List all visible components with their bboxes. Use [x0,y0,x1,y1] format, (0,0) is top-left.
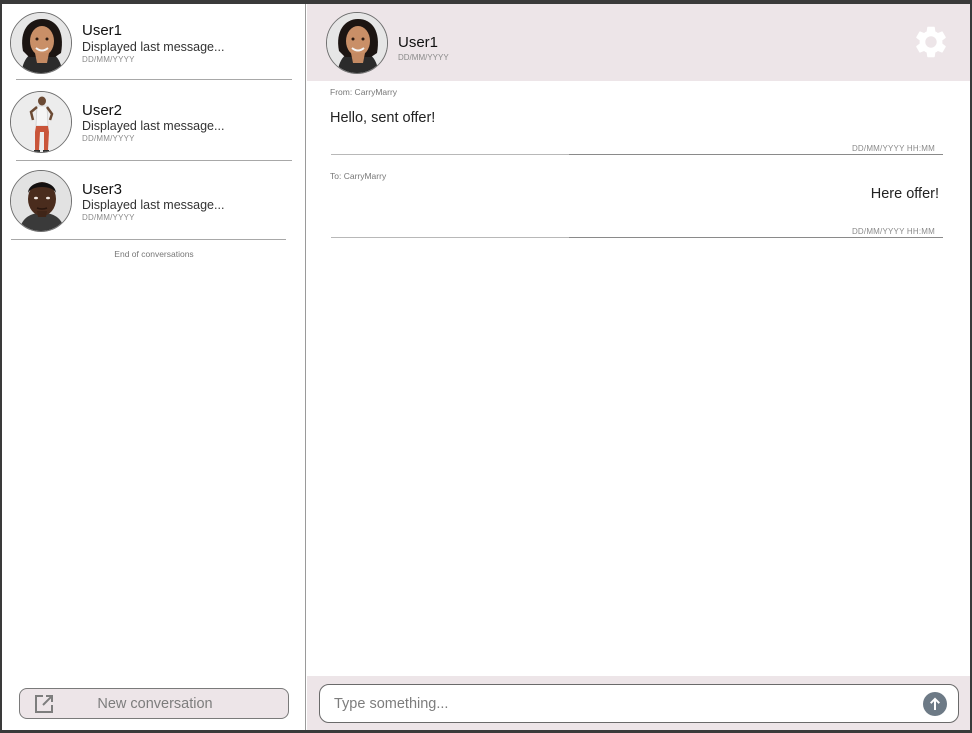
conversation-name: User3 [82,181,123,198]
chat-panel: User1 DD/MM/YYYY From: CarryMarry Hello,… [307,4,970,730]
message-sender: From: CarryMarry [330,87,398,97]
conversation-name: User2 [82,102,123,119]
message-text: Hello, sent offer! [330,110,436,126]
conversation-item-user2[interactable]: User2 Displayed last message... DD/MM/YY… [2,84,306,164]
divider [16,160,292,161]
gear-icon[interactable] [912,23,950,61]
message-input[interactable] [334,693,914,715]
message-time: DD/MM/YYYY HH:MM [851,144,935,153]
chat-header: User1 DD/MM/YYYY [307,4,970,81]
avatar [326,12,388,74]
conversation-item-user3[interactable]: User3 Displayed last message... DD/MM/YY… [2,164,306,244]
chat-contact-name: User1 [398,34,439,51]
conversation-last-message: Displayed last message... [82,198,225,212]
message-text: Here offer! [870,186,939,202]
new-conversation-button[interactable]: New conversation [19,688,289,719]
conversation-last-message: Displayed last message... [82,40,225,54]
message-divider [569,154,943,155]
avatar [10,91,72,153]
divider [11,239,286,240]
man-portrait-icon [11,171,71,231]
message-divider [569,237,943,238]
chat-contact-date: DD/MM/YYYY [398,53,449,62]
arrow-up-circle-icon[interactable] [923,692,947,716]
composer-bar [307,676,970,730]
woman-portrait-icon [11,13,71,73]
end-of-conversations-note: End of conversations [114,249,194,259]
man-standing-figure-icon [11,92,71,152]
conversation-date: DD/MM/YYYY [82,134,135,143]
conversation-item-user1[interactable]: User1 Displayed last message... DD/MM/YY… [2,4,306,84]
message-divider [331,154,569,155]
woman-portrait-icon [327,13,387,73]
message-recipient: To: CarryMarry [330,171,387,181]
conversation-date: DD/MM/YYYY [82,55,135,64]
conversation-date: DD/MM/YYYY [82,213,135,222]
avatar [10,170,72,232]
message-composer [319,684,959,723]
divider [16,79,292,80]
avatar [10,12,72,74]
conversation-sidebar: User1 Displayed last message... DD/MM/YY… [2,4,306,730]
conversation-name: User1 [82,22,123,39]
new-conversation-label: New conversation [97,696,213,712]
conversation-last-message: Displayed last message... [82,119,225,133]
message-divider [331,237,569,238]
message-time: DD/MM/YYYY HH:MM [851,227,935,236]
